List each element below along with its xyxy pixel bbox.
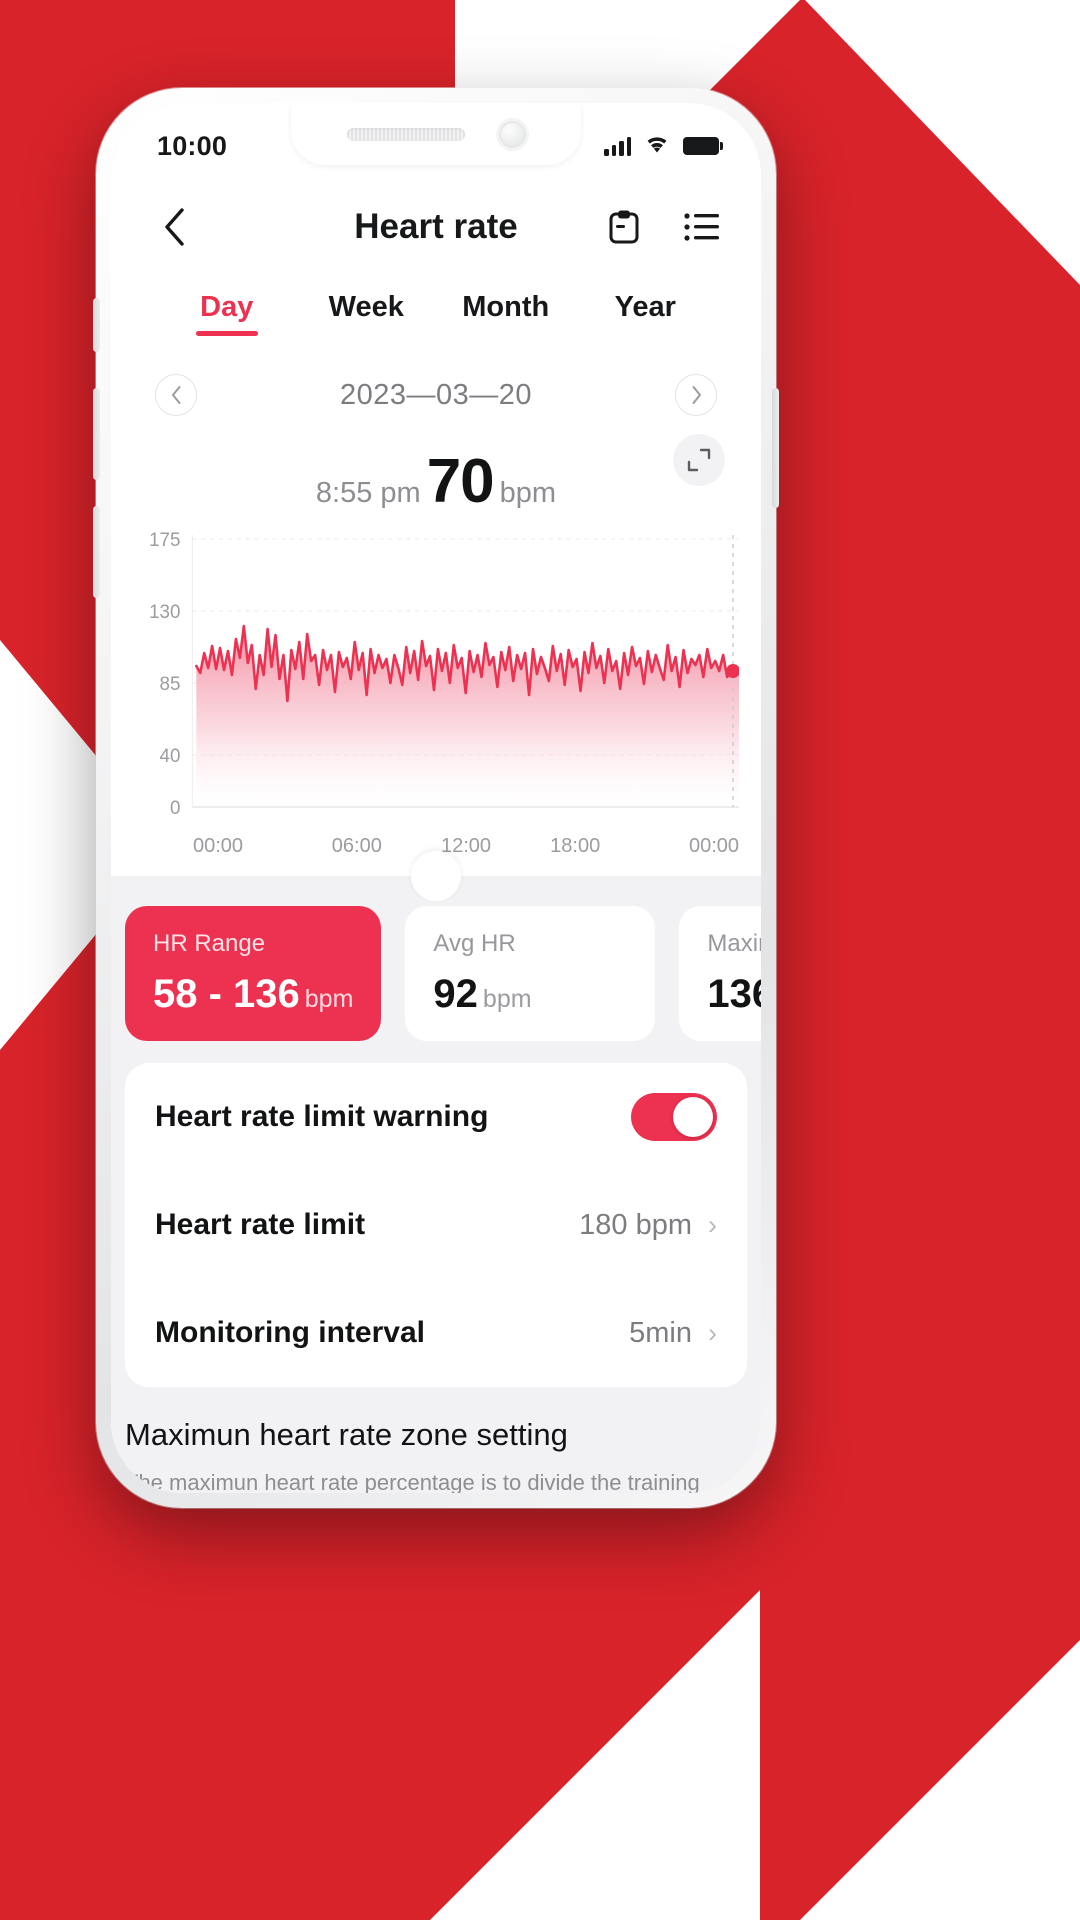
- svg-text:0: 0: [170, 798, 180, 819]
- setting-row-limit-warning[interactable]: Heart rate limit warning: [155, 1063, 717, 1171]
- expand-chart-button[interactable]: [673, 434, 725, 486]
- status-time: 10:00: [157, 130, 228, 161]
- zone-section: Maximun heart rate zone setting The maxi…: [111, 1387, 761, 1493]
- date-navigator: 2023—03—20: [111, 336, 761, 416]
- tab-year[interactable]: Year: [576, 291, 716, 336]
- current-date: 2023—03—20: [339, 378, 533, 411]
- app-content: Heart rate Day Week Month Year 2023—03—2…: [111, 175, 761, 1493]
- limit-warning-toggle[interactable]: [631, 1093, 717, 1141]
- stat-card-avg-hr[interactable]: Avg HR 92 bpm: [405, 906, 656, 1041]
- chevron-right-icon: ›: [708, 1317, 717, 1348]
- x-tick-1: 06:00: [331, 835, 382, 857]
- zone-description: The maximun heart rate percentage is to …: [125, 1470, 700, 1493]
- tab-week[interactable]: Week: [297, 291, 437, 336]
- setting-label: Heart rate limit: [155, 1208, 366, 1241]
- phone-button-volume-down[interactable]: [93, 506, 100, 598]
- stat-unit: bpm: [304, 985, 354, 1013]
- stat-card-hr-range[interactable]: HR Range 58 - 136 bpm: [125, 906, 382, 1041]
- app-navbar: Heart rate: [111, 175, 761, 279]
- chart-svg: 175 130 85 40 0: [149, 530, 739, 819]
- calendar-icon[interactable]: [601, 204, 647, 250]
- bottom-sheet: HR Range 58 - 136bpm Avg HR 92bpm Maximu…: [111, 851, 761, 1493]
- status-icons: [604, 134, 723, 159]
- svg-text:175: 175: [149, 530, 180, 551]
- setting-row-heart-rate-limit[interactable]: Heart rate limit 180 bpm ›: [155, 1171, 717, 1279]
- stat-unit: bpm: [482, 985, 532, 1013]
- stat-value: 58 - 136: [153, 972, 300, 1016]
- heart-rate-chart[interactable]: 175 130 85 40 0 00:00 06:00 12:00 18:00 …: [111, 517, 761, 858]
- settings-list: Heart rate limit warning Heart rate limi…: [125, 1063, 747, 1387]
- phone-button-volume-up[interactable]: [93, 388, 100, 480]
- battery-full-icon: [683, 137, 723, 155]
- x-tick-3: 18:00: [550, 835, 601, 857]
- phone-screen: 10:00 Heart rate Day Week Month Year 202…: [111, 103, 761, 1493]
- back-button[interactable]: [147, 200, 201, 254]
- x-tick-4: 00:00: [688, 835, 740, 857]
- phone-button-mute[interactable]: [93, 298, 100, 352]
- stat-value: 136: [707, 972, 761, 1016]
- reading-time: 8:55 pm: [315, 477, 421, 509]
- svg-text:130: 130: [149, 602, 180, 623]
- x-tick-0: 00:00: [193, 835, 244, 857]
- tab-month[interactable]: Month: [436, 291, 576, 336]
- zone-heading: Maximun heart rate zone setting: [125, 1417, 568, 1452]
- reading-value: 70: [426, 447, 495, 516]
- navbar-actions: [601, 204, 725, 250]
- stat-value: 92: [433, 972, 478, 1016]
- stat-title: Maximun: [707, 930, 761, 957]
- signal-bars-icon: [604, 136, 631, 156]
- stat-title: HR Range: [153, 930, 266, 957]
- setting-label: Heart rate limit warning: [155, 1100, 489, 1133]
- svg-text:40: 40: [160, 746, 181, 767]
- setting-value: 5min: [629, 1316, 692, 1349]
- svg-text:85: 85: [160, 674, 181, 695]
- wifi-icon: [644, 134, 670, 159]
- next-day-button[interactable]: [675, 374, 717, 416]
- period-tabs: Day Week Month Year: [111, 279, 761, 336]
- phone-frame: 10:00 Heart rate Day Week Month Year 202…: [93, 88, 779, 1508]
- setting-value: 180 bpm: [579, 1208, 692, 1241]
- setting-row-monitoring-interval[interactable]: Monitoring interval 5min ›: [155, 1279, 717, 1387]
- status-bar: 10:00: [111, 103, 761, 175]
- current-reading: 8:55 pm70 bpm: [111, 416, 761, 517]
- previous-day-button[interactable]: [155, 374, 197, 416]
- stat-card-maximum[interactable]: Maximun 136bpm: [679, 906, 761, 1041]
- chevron-right-icon: ›: [708, 1209, 717, 1240]
- phone-button-power[interactable]: [772, 388, 779, 508]
- sheet-grabber[interactable]: [411, 851, 461, 901]
- tab-day[interactable]: Day: [157, 291, 297, 336]
- stat-title: Avg HR: [433, 930, 516, 957]
- reading-unit: bpm: [499, 477, 557, 509]
- list-icon[interactable]: [679, 204, 725, 250]
- setting-label: Monitoring interval: [155, 1316, 425, 1349]
